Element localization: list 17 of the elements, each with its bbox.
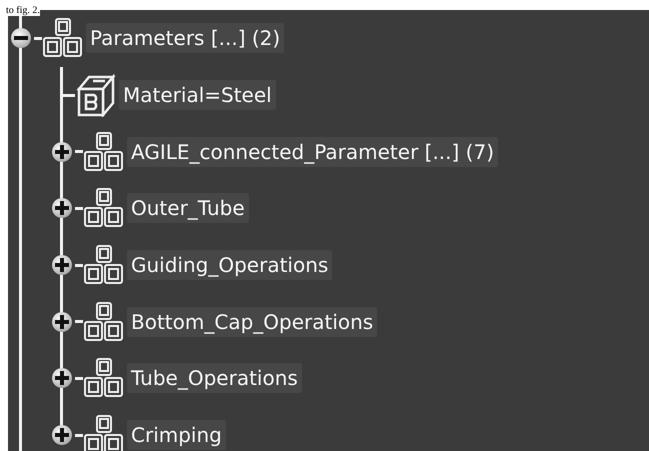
tree-item[interactable]: Guiding_Operations: [127, 250, 332, 280]
tree-item[interactable]: Parameters [...] (2): [86, 23, 284, 54]
collapse-toggle[interactable]: [11, 28, 31, 48]
expand-toggle[interactable]: [52, 425, 72, 446]
caption-text: to fig. 2.: [6, 6, 40, 16]
tree-item[interactable]: Crimping: [127, 420, 226, 450]
expand-toggle[interactable]: [52, 368, 72, 388]
tree-item[interactable]: Outer_Tube: [127, 193, 249, 224]
expand-toggle[interactable]: [52, 198, 72, 218]
expand-toggle[interactable]: [52, 255, 72, 276]
tree-item[interactable]: AGILE_connected_Parameter [...] (7): [127, 136, 498, 167]
expand-toggle[interactable]: [52, 142, 72, 162]
expand-toggle[interactable]: [52, 312, 72, 332]
tree-item[interactable]: Bottom_Cap_Operations: [127, 306, 378, 337]
tree-item[interactable]: Material=Steel: [119, 80, 276, 110]
cube-icon: [75, 73, 117, 118]
tree-item[interactable]: Tube_Operations: [127, 363, 302, 394]
